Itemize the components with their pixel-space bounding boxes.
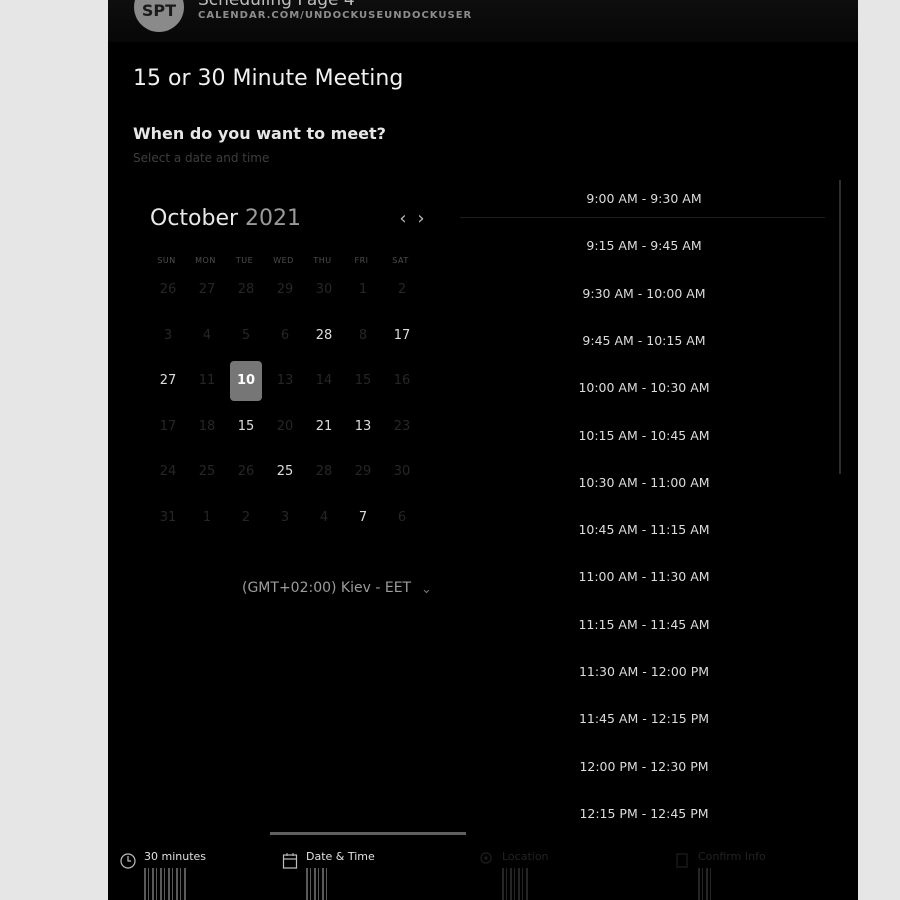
month-label: October 2021 xyxy=(150,206,301,231)
year-name: 2021 xyxy=(245,206,302,231)
unavailable-date: 30 xyxy=(393,464,411,479)
unavailable-date: 6 xyxy=(397,509,407,525)
scheduling-url[interactable]: CALENDAR.COM/UNDOCKUSEUNDOCKUSER xyxy=(198,10,472,21)
chevron-down-icon[interactable]: ⌄ xyxy=(421,582,432,597)
time-slot-button[interactable]: 9:15 AM - 9:45 AM xyxy=(558,238,730,253)
weekday-label: MON xyxy=(195,256,216,265)
slot-scrollbar[interactable] xyxy=(839,180,841,474)
avatar: SPT xyxy=(134,0,184,32)
time-slot-button[interactable]: 10:00 AM - 10:30 AM xyxy=(558,380,730,395)
unavailable-date: 23 xyxy=(393,418,411,434)
calendar-icon xyxy=(282,852,298,874)
unavailable-date: 14 xyxy=(315,373,333,388)
step-detail-placeholder xyxy=(306,868,328,900)
step-detail-placeholder xyxy=(698,868,714,900)
unavailable-date: 27 xyxy=(198,282,216,297)
available-date[interactable]: 25 xyxy=(269,452,301,492)
active-step-indicator xyxy=(270,832,466,835)
slot-divider xyxy=(460,217,825,218)
unavailable-date: 18 xyxy=(198,418,216,434)
weekday-label: TUE xyxy=(235,256,254,265)
unavailable-date: 29 xyxy=(276,282,294,297)
page-title: 15 or 30 Minute Meeting xyxy=(133,66,404,91)
unavailable-date: 1 xyxy=(358,282,368,297)
weekday-label: FRI xyxy=(354,256,369,265)
timezone-select[interactable]: (GMT+02:00) Kiev - EET xyxy=(242,580,442,596)
unavailable-date: 5 xyxy=(241,327,251,343)
step-label: Location xyxy=(502,850,549,863)
step-detail-placeholder xyxy=(502,868,530,900)
unavailable-date: 28 xyxy=(237,282,255,297)
prev-month-button[interactable]: ‹ xyxy=(396,208,410,230)
unavailable-date: 3 xyxy=(163,327,173,343)
unavailable-date: 3 xyxy=(280,509,290,525)
time-slot-button[interactable]: 9:45 AM - 10:15 AM xyxy=(558,333,730,348)
time-slot-button[interactable]: 11:30 AM - 12:00 PM xyxy=(558,664,730,679)
unavailable-date: 28 xyxy=(315,464,333,479)
step-label: Confirm Info xyxy=(698,850,766,863)
unavailable-date: 17 xyxy=(159,418,177,434)
unavailable-date: 26 xyxy=(159,282,177,297)
step-detail-placeholder xyxy=(144,868,188,900)
document-icon xyxy=(674,852,690,874)
available-date[interactable]: 21 xyxy=(308,407,340,447)
scheduling-panel: SPT Scheduling Page 4 CALENDAR.COM/UNDOC… xyxy=(108,0,858,900)
unavailable-date: 30 xyxy=(315,282,333,297)
unavailable-date: 24 xyxy=(159,464,177,479)
available-date[interactable]: 15 xyxy=(230,407,262,447)
time-slot-button[interactable]: 12:15 PM - 12:45 PM xyxy=(558,806,730,821)
time-slot-button[interactable]: 12:00 PM - 12:30 PM xyxy=(558,759,730,774)
time-slot-button[interactable]: 11:00 AM - 11:30 AM xyxy=(558,569,730,584)
available-date[interactable]: 17 xyxy=(386,316,418,356)
time-slot-button[interactable]: 10:30 AM - 11:00 AM xyxy=(558,475,730,490)
time-slot-button[interactable]: 10:15 AM - 10:45 AM xyxy=(558,428,730,443)
unavailable-date: 6 xyxy=(280,327,290,343)
month-name: October xyxy=(150,206,239,231)
unavailable-date: 25 xyxy=(198,464,216,479)
unavailable-date: 1 xyxy=(202,509,212,525)
unavailable-date: 8 xyxy=(358,327,368,343)
unavailable-date: 15 xyxy=(354,373,372,388)
section-heading: When do you want to meet? xyxy=(133,124,386,143)
weekday-label: SAT xyxy=(392,256,409,265)
weekday-label: WED xyxy=(273,256,294,265)
unavailable-date: 4 xyxy=(319,509,329,525)
org-name: Scheduling Page 4 xyxy=(198,0,355,10)
section-subtitle: Select a date and time xyxy=(133,151,270,165)
unavailable-date: 2 xyxy=(397,282,407,297)
header-bar: SPT Scheduling Page 4 CALENDAR.COM/UNDOC… xyxy=(108,0,858,42)
time-slot-button[interactable]: 9:00 AM - 9:30 AM xyxy=(558,191,730,206)
weekday-label: THU xyxy=(313,256,332,265)
unavailable-date: 29 xyxy=(354,464,372,479)
unavailable-date: 11 xyxy=(198,373,216,388)
available-date[interactable]: 13 xyxy=(347,407,379,447)
time-slot-button[interactable]: 9:30 AM - 10:00 AM xyxy=(558,286,730,301)
clock-icon xyxy=(120,852,136,874)
weekday-label: SUN xyxy=(157,256,176,265)
available-date[interactable]: 7 xyxy=(347,498,379,538)
unavailable-date: 2 xyxy=(241,509,251,525)
step-label: 30 minutes xyxy=(144,850,207,863)
unavailable-date: 16 xyxy=(393,373,411,388)
step-label: Date & Time xyxy=(306,850,375,863)
time-slot-button[interactable]: 11:45 AM - 12:15 PM xyxy=(558,711,730,726)
available-date[interactable]: 28 xyxy=(308,316,340,356)
unavailable-date: 26 xyxy=(237,464,255,479)
unavailable-date: 31 xyxy=(159,509,177,525)
next-month-button[interactable]: › xyxy=(414,208,428,230)
time-slot-button[interactable]: 10:45 AM - 11:15 AM xyxy=(558,522,730,537)
time-slot-button[interactable]: 11:15 AM - 11:45 AM xyxy=(558,617,730,632)
unavailable-date: 20 xyxy=(276,418,294,434)
unavailable-date: 4 xyxy=(202,327,212,343)
selected-date[interactable]: 10 xyxy=(230,361,262,401)
available-date[interactable]: 27 xyxy=(152,361,184,401)
unavailable-date: 13 xyxy=(276,373,294,388)
location-pin-icon xyxy=(478,850,494,872)
